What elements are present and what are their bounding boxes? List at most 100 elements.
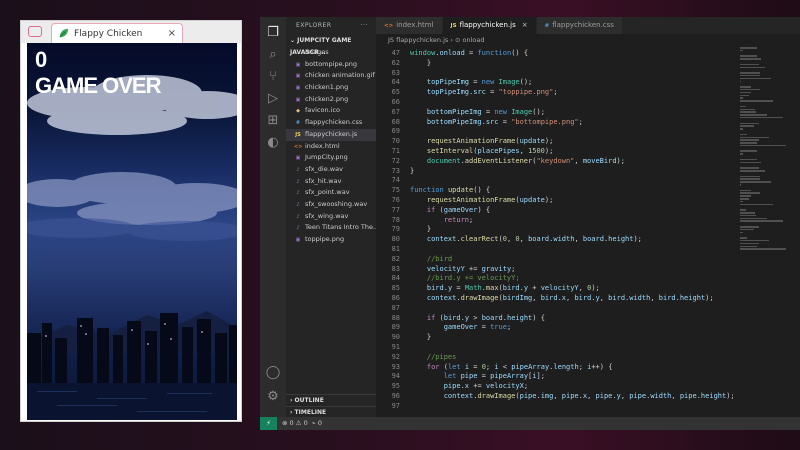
file-item[interactable]: ▣ chicken1.png <box>286 82 376 94</box>
html-file-icon: <> <box>294 143 303 150</box>
minimap-line <box>740 153 743 155</box>
browser-tab-flappy-chicken[interactable]: Flappy Chicken × <box>51 23 183 43</box>
file-name: chicken1.png <box>305 83 349 92</box>
gear-icon[interactable]: ⚙ <box>265 389 281 405</box>
file-item[interactable]: ♪ sfx_point.wav <box>286 187 376 199</box>
line-number: 79 <box>391 225 400 234</box>
file-item[interactable]: ▣ chicken2.png <box>286 94 376 106</box>
more-actions-icon[interactable]: ··· <box>361 17 368 35</box>
minimap-line <box>740 63 760 66</box>
line-number: 95 <box>391 382 400 391</box>
minimap-line <box>740 212 755 214</box>
remote-indicator-icon[interactable]: ⚡ <box>260 417 277 430</box>
file-item[interactable]: ▣ JumpCity.png <box>286 152 376 164</box>
minimap-line <box>740 217 767 220</box>
minimap-line <box>740 100 773 102</box>
code-line: } <box>410 166 415 175</box>
source-control-icon[interactable]: ⑂ <box>265 69 281 85</box>
project-folder[interactable]: ⌄ JUMPCITY GAME JAVASCR... <box>286 35 376 56</box>
file-item[interactable]: ▣ toppipe.png <box>286 234 376 246</box>
explorer-title: EXPLORER <box>296 22 332 29</box>
line-number: 82 <box>391 254 400 263</box>
code-line: function update() { <box>410 186 491 195</box>
minimap-line <box>740 195 752 197</box>
remote-explorer-icon[interactable]: ◐ <box>265 135 281 151</box>
tab-actions-icon[interactable] <box>28 26 42 37</box>
minimap-line <box>740 74 761 77</box>
outline-section[interactable]: › OUTLINE <box>286 394 376 406</box>
problems-text: ⊗ 0 ⚠ 0 <box>282 419 308 427</box>
code-line: context.drawImage(pipe.img, pipe.x, pipe… <box>443 392 735 400</box>
game-canvas[interactable]: 0 GAME OVER <box>27 43 237 420</box>
image-file-icon: ▣ <box>295 237 301 243</box>
minimap-line <box>740 198 749 200</box>
editor-scrollbar[interactable] <box>790 47 798 417</box>
code-line: if (gameOver) { <box>426 205 491 214</box>
file-item[interactable]: ▣ bottompipe.png <box>286 59 376 71</box>
line-number: 64 <box>391 78 400 87</box>
minimap-line <box>740 116 784 119</box>
ico-file-icon: ◆ <box>296 108 300 115</box>
close-icon[interactable]: × <box>168 28 176 39</box>
line-number: 85 <box>391 284 400 293</box>
minimap-line <box>740 77 771 80</box>
minimap-line <box>740 184 741 186</box>
file-name: sfx_die.wav <box>305 164 343 173</box>
tab-flappychicken-css[interactable]: # flappychicken.css <box>536 17 623 34</box>
file-item[interactable]: ♪ sfx_die.wav <box>286 164 376 176</box>
file-item[interactable]: ♪ Teen Titans Intro The... <box>286 222 376 234</box>
minimap-line <box>740 114 767 116</box>
game-over-text: GAME OVER <box>35 73 161 98</box>
file-item[interactable]: ♪ sfx_swooshing.wav <box>286 199 376 211</box>
problems-count[interactable]: ⊗ 0 ⚠ 0 ⌁ 0 <box>282 417 322 430</box>
line-number: 62 <box>391 58 400 67</box>
file-item[interactable]: JS flappychicken.js <box>286 128 376 141</box>
minimap-line <box>740 158 758 161</box>
minimap[interactable] <box>740 47 788 250</box>
line-number: 87 <box>391 303 400 312</box>
account-icon[interactable]: ◯ <box>265 365 281 381</box>
minimap-line <box>740 49 743 52</box>
file-item[interactable]: ♪ sfx_wing.wav <box>286 211 376 223</box>
file-name: favicon.ico <box>305 106 341 115</box>
minimap-line <box>740 80 741 83</box>
minimap-line <box>740 209 746 211</box>
tab-index-html[interactable]: <> index.html <box>376 17 443 34</box>
files-icon[interactable]: ❐ <box>265 25 281 41</box>
line-number: 68 <box>391 117 400 126</box>
file-item[interactable]: # flappychicken.css <box>286 117 376 129</box>
line-number: 91 <box>391 343 400 351</box>
line-number: 67 <box>391 107 400 116</box>
minimap-line <box>740 170 765 172</box>
minimap-line <box>740 105 746 108</box>
minimap-line <box>740 150 757 152</box>
minimap-line <box>740 111 756 113</box>
code-line: //bird.y += velocityY; <box>410 274 520 283</box>
image-file-icon: ▣ <box>295 73 301 80</box>
close-icon[interactable]: × <box>522 21 528 29</box>
file-name: flappychicken.css <box>305 118 363 127</box>
code-area[interactable]: 47 window.onload = function() {62 } 63 64 t… <box>376 47 786 417</box>
file-item[interactable]: ♪ sfx_hit.wav <box>286 176 376 188</box>
file-item[interactable]: ◆ favicon.ico <box>286 105 376 117</box>
file-item[interactable]: <> index.html <box>286 141 376 153</box>
minimap-line <box>740 214 756 217</box>
search-icon[interactable]: ⌕ <box>265 47 281 63</box>
file-item[interactable]: ▣ chicken animation.gif <box>286 70 376 82</box>
minimap-line <box>740 88 761 91</box>
run-debug-icon[interactable]: ▷ <box>265 91 281 107</box>
line-number: 47 <box>391 49 400 57</box>
code-line: velocityY += gravity; <box>426 264 516 273</box>
extensions-icon[interactable]: ⊞ <box>265 113 281 129</box>
file-tree: › images ▣ bottompipe.png ▣ chicken animation… <box>286 47 376 246</box>
tab-label: flappychicken.css <box>552 21 614 29</box>
breadcrumb[interactable]: JS flappychicken.js › ⊙ onload <box>376 34 800 47</box>
line-number: 73 <box>391 166 400 175</box>
tab-flappychicken-js[interactable]: JS flappychicken.js × <box>442 17 537 34</box>
minimap-line <box>740 128 743 130</box>
file-item[interactable]: › images <box>286 47 376 59</box>
minimap-line <box>740 242 760 245</box>
minimap-line <box>740 97 743 99</box>
code-line: if (bird.y > board.height) { <box>426 313 545 322</box>
image-file-icon: ▣ <box>295 155 301 162</box>
